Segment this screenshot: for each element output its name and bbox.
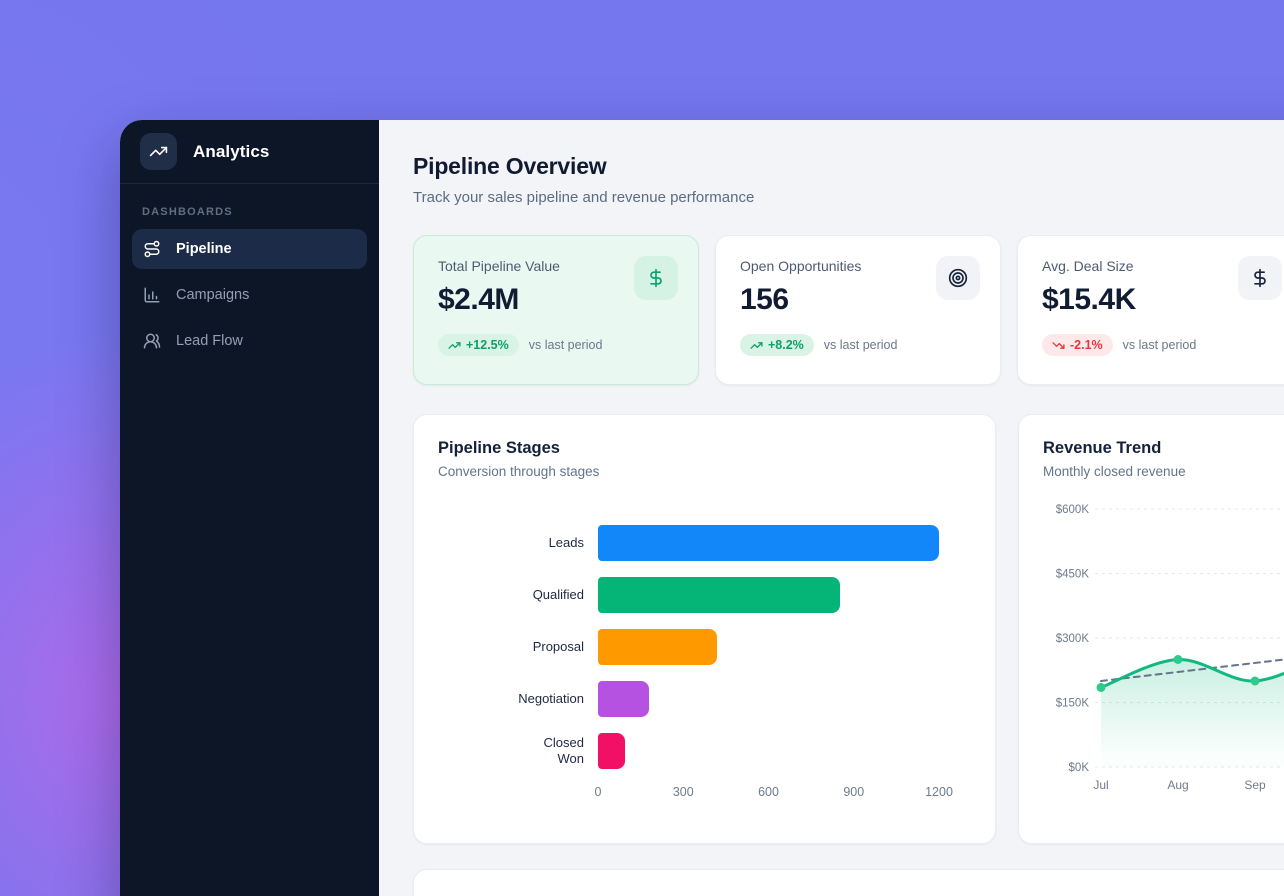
kpi-card-avg-deal-size: Avg. Deal Size $15.4K -2.1% (1017, 235, 1284, 385)
bar-qualified (598, 577, 840, 613)
kpi-footer: +12.5% vs last period (438, 334, 674, 356)
charts-row: Pipeline Stages Conversion through stage… (413, 414, 1284, 844)
sidebar-item-lead-flow[interactable]: Lead Flow (132, 321, 367, 361)
svg-text:$450K: $450K (1056, 569, 1090, 581)
svg-text:$300K: $300K (1056, 633, 1090, 645)
compare-label: vs last period (824, 338, 898, 352)
svg-text:$600K: $600K (1056, 504, 1090, 516)
data-point-marker (1097, 683, 1106, 692)
bar-leads (598, 525, 939, 561)
x-tick-label: 600 (758, 785, 779, 799)
horizontal-bar-chart: Leads Qualified Proposal Negotiatio (438, 513, 971, 803)
svg-text:$0K: $0K (1069, 762, 1090, 774)
svg-text:Sep: Sep (1244, 778, 1266, 792)
app-title: Analytics (193, 142, 270, 162)
pipeline-stages-chart-card: Pipeline Stages Conversion through stage… (413, 414, 996, 844)
bottom-card-clipped (413, 869, 1284, 896)
chart-title: Pipeline Stages (438, 439, 971, 458)
x-tick-label: 1200 (925, 785, 953, 799)
x-tick-label: 0 (595, 785, 602, 799)
change-badge: -2.1% (1042, 334, 1113, 356)
bar-category-label: Leads (438, 535, 598, 551)
data-point-marker (1174, 655, 1183, 664)
trending-up-icon (140, 133, 177, 170)
x-tick-label: 300 (673, 785, 694, 799)
users-icon (143, 332, 161, 350)
trending-up-icon (448, 339, 461, 352)
line-chart: $0K $150K $300K $450K $600K Jul Aug Sep (1043, 499, 1278, 797)
revenue-trend-chart-card: Revenue Trend Monthly closed revenue $0K… (1018, 414, 1284, 844)
x-tick-label: 900 (843, 785, 864, 799)
bar-category-label: Proposal (438, 639, 598, 655)
chart-title: Revenue Trend (1043, 439, 1278, 458)
x-axis-ticks: 03006009001200 (598, 785, 939, 803)
bar-closed-won (598, 733, 625, 769)
kpi-card-row: Total Pipeline Value $2.4M +12.5% (413, 235, 1284, 385)
analytics-app-window: Analytics DASHBOARDS Pipeline (120, 120, 1284, 896)
kpi-card-open-opportunities: Open Opportunities 156 +8.2% (715, 235, 1001, 385)
page-title: Pipeline Overview (413, 153, 1284, 180)
bar-chart-icon (143, 286, 161, 304)
kpi-footer: +8.2% vs last period (740, 334, 976, 356)
main-content: Pipeline Overview Track your sales pipel… (379, 120, 1284, 896)
compare-label: vs last period (529, 338, 603, 352)
trending-up-icon (750, 339, 763, 352)
compare-label: vs last period (1123, 338, 1197, 352)
route-icon (143, 240, 161, 258)
kpi-card-total-pipeline-value: Total Pipeline Value $2.4M +12.5% (413, 235, 699, 385)
kpi-footer: -2.1% vs last period (1042, 334, 1278, 356)
chart-subtitle: Conversion through stages (438, 464, 971, 479)
app-logo: Analytics (120, 120, 379, 184)
sidebar-section-label: DASHBOARDS (120, 184, 379, 229)
sidebar-nav: Pipeline Campaigns (120, 229, 379, 361)
change-badge: +12.5% (438, 334, 519, 356)
sidebar-item-label: Campaigns (176, 287, 249, 303)
sidebar-item-campaigns[interactable]: Campaigns (132, 275, 367, 315)
target-icon (936, 256, 980, 300)
sidebar-item-label: Pipeline (176, 241, 232, 257)
bar-category-label: Negotiation (438, 691, 598, 707)
trending-down-icon (1052, 339, 1065, 352)
desktop-background: Analytics DASHBOARDS Pipeline (0, 0, 1284, 896)
sidebar-item-label: Lead Flow (176, 333, 243, 349)
bar-proposal (598, 629, 717, 665)
bar-negotiation (598, 681, 649, 717)
page-subtitle: Track your sales pipeline and revenue pe… (413, 189, 1284, 206)
bar-category-label: Qualified (438, 587, 598, 603)
chart-subtitle: Monthly closed revenue (1043, 464, 1278, 479)
bar-row: Negotiation (438, 681, 971, 717)
bar-row: Proposal (438, 629, 971, 665)
bar-row: Qualified (438, 577, 971, 613)
sidebar-item-pipeline[interactable]: Pipeline (132, 229, 367, 269)
svg-text:$150K: $150K (1056, 698, 1090, 710)
sidebar: Analytics DASHBOARDS Pipeline (120, 120, 379, 896)
bar-category-label: Closed Won (438, 735, 598, 768)
dollar-icon (1238, 256, 1282, 300)
revenue-trend-plot: $0K $150K $300K $450K $600K Jul Aug Sep (1043, 499, 1284, 797)
svg-text:Aug: Aug (1167, 778, 1188, 792)
bar-row: Closed Won (438, 733, 971, 769)
data-point-marker (1251, 677, 1260, 686)
svg-text:Jul: Jul (1093, 778, 1108, 792)
bar-row: Leads (438, 525, 971, 561)
change-badge: +8.2% (740, 334, 814, 356)
dollar-icon (634, 256, 678, 300)
